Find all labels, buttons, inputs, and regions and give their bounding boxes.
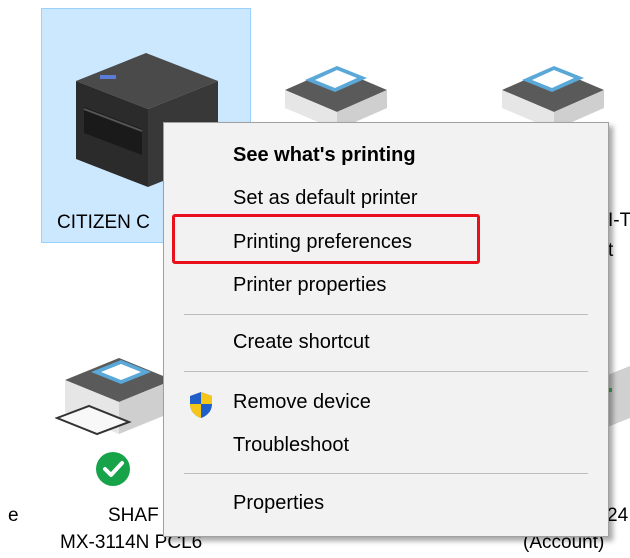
device-label: e: [8, 505, 19, 526]
menu-separator: [184, 473, 588, 474]
default-check-icon: [96, 452, 130, 486]
context-menu: See what's printing Set as default print…: [163, 122, 609, 537]
printer-icon: [285, 66, 387, 130]
menu-separator: [184, 314, 588, 315]
device-label: I-T: [608, 210, 630, 231]
highlight-box: [172, 214, 480, 264]
menu-item-set-default-printer[interactable]: Set as default printer: [233, 187, 418, 210]
device-label: 24: [607, 505, 629, 526]
printer-icon: [55, 358, 173, 436]
menu-item-printer-properties[interactable]: Printer properties: [233, 274, 386, 297]
menu-separator: [184, 371, 588, 372]
menu-item-create-shortcut[interactable]: Create shortcut: [233, 331, 370, 354]
menu-item-see-whats-printing[interactable]: See what's printing: [233, 144, 416, 167]
menu-item-properties[interactable]: Properties: [233, 492, 324, 515]
menu-item-remove-device[interactable]: Remove device: [233, 391, 371, 414]
device-label: SHAF: [108, 505, 159, 526]
menu-item-troubleshoot[interactable]: Troubleshoot: [233, 434, 349, 457]
device-label: CITIZEN C: [57, 212, 150, 233]
shield-icon: [190, 392, 212, 418]
printer-icon: [502, 66, 604, 130]
